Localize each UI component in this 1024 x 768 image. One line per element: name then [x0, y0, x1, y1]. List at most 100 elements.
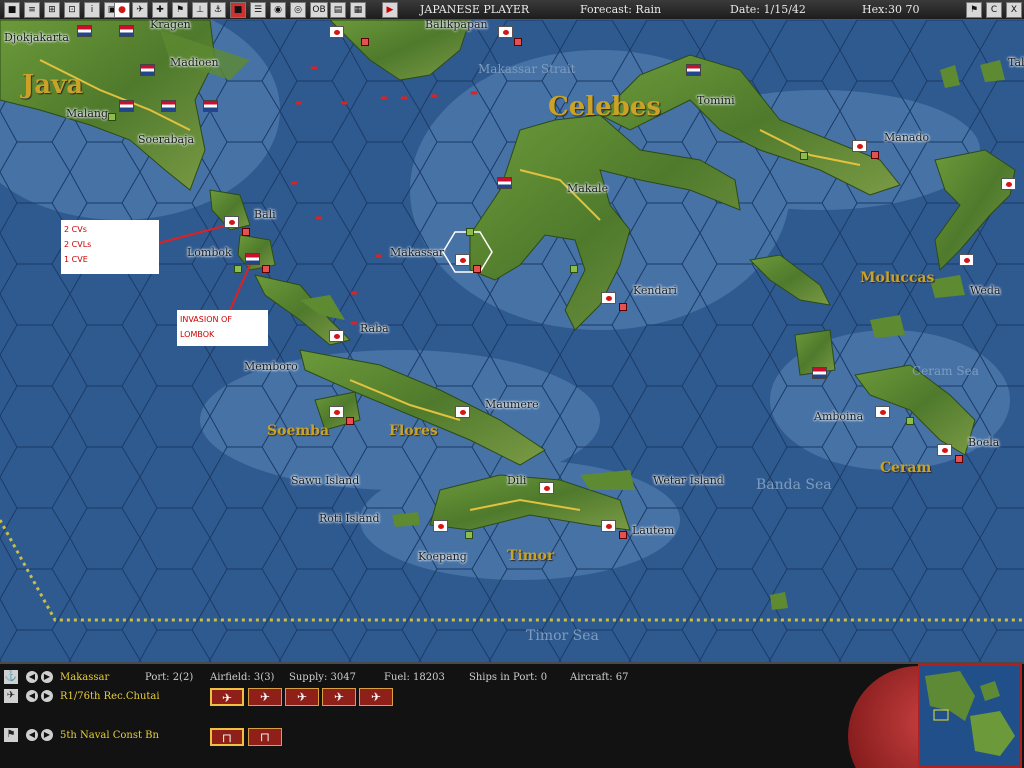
japanese-unit-flag[interactable]: [959, 254, 974, 266]
town-label[interactable]: Weda: [970, 284, 1001, 297]
japan-flag-icon[interactable]: ●: [114, 2, 130, 18]
town-label[interactable]: Makale: [567, 182, 608, 195]
town-label[interactable]: Dili: [507, 474, 526, 487]
town-label[interactable]: Koepang: [418, 550, 467, 563]
planes-icon[interactable]: ⊡: [64, 2, 80, 18]
ships-icon[interactable]: ⊞: [44, 2, 60, 18]
base-marker[interactable]: [570, 265, 578, 273]
dutch-unit-flag[interactable]: [812, 367, 827, 379]
town-label[interactable]: Raba: [360, 322, 389, 335]
base-marker[interactable]: [955, 455, 963, 463]
town-label[interactable]: Malang: [66, 107, 108, 120]
air-unit-name[interactable]: R1/76th Rec.Chutai: [60, 691, 160, 702]
list-icon[interactable]: ☰: [250, 2, 266, 18]
aircraft-unit-button[interactable]: ✈: [210, 688, 244, 706]
save-icon[interactable]: ■: [4, 2, 20, 18]
dutch-unit-flag[interactable]: [161, 100, 176, 112]
town-label[interactable]: Tomini: [697, 94, 735, 107]
japanese-unit-flag[interactable]: [329, 406, 344, 418]
next-arrow-icon[interactable]: ▶: [41, 729, 53, 741]
town-label[interactable]: Makassar: [390, 246, 444, 259]
base-marker[interactable]: [619, 531, 627, 539]
plane-icon[interactable]: ✈: [4, 689, 18, 703]
town-label[interactable]: Maumere: [485, 398, 539, 411]
strategic-map[interactable]: ▬ ▬ ▬ ▬ ▬ ▬ ▬ ▬ ▬ ▬ ▬ ▬ Java Celebes Soemba Flor…: [0, 20, 1024, 662]
ob-button[interactable]: OB: [310, 2, 328, 18]
japanese-unit-flag[interactable]: [937, 444, 952, 456]
town-label[interactable]: Sawu Island: [291, 474, 359, 487]
dutch-unit-flag[interactable]: [140, 64, 155, 76]
base-name[interactable]: Makassar: [60, 672, 109, 683]
globe-icon[interactable]: ◉: [270, 2, 286, 18]
end-turn-icon[interactable]: ▶: [382, 2, 398, 18]
japanese-unit-flag[interactable]: [601, 520, 616, 532]
report-icon[interactable]: ≡: [24, 2, 40, 18]
grid-icon[interactable]: ▦: [350, 2, 366, 18]
base-marker[interactable]: [108, 113, 116, 121]
town-label[interactable]: Amboina: [814, 410, 863, 423]
dutch-unit-flag[interactable]: [203, 100, 218, 112]
dutch-unit-flag[interactable]: [119, 100, 134, 112]
japanese-unit-flag[interactable]: [224, 216, 239, 228]
flag-icon[interactable]: ⚑: [4, 728, 18, 742]
town-label[interactable]: Wetar Island: [653, 474, 724, 487]
flag-icon[interactable]: ⚑: [966, 2, 982, 18]
town-label[interactable]: Boela: [968, 436, 999, 449]
prev-arrow-icon[interactable]: ◀: [26, 671, 38, 683]
center-button[interactable]: C: [986, 2, 1002, 18]
prev-arrow-icon[interactable]: ◀: [26, 690, 38, 702]
town-label[interactable]: Balikpapan: [425, 20, 488, 31]
air-icon[interactable]: ⊥: [192, 2, 208, 18]
land-unit-button[interactable]: ⊓: [210, 728, 244, 746]
dutch-unit-flag[interactable]: [77, 25, 92, 37]
dutch-unit-flag[interactable]: [245, 253, 260, 265]
town-label[interactable]: Madioen: [170, 56, 219, 69]
japanese-unit-flag[interactable]: [601, 292, 616, 304]
japanese-unit-flag[interactable]: [329, 26, 344, 38]
town-label[interactable]: Tal: [1008, 56, 1024, 69]
town-label[interactable]: Lombok: [187, 246, 232, 259]
base-marker[interactable]: [514, 38, 522, 46]
town-label[interactable]: Kragen: [150, 20, 191, 31]
menu-icon[interactable]: ▤: [330, 2, 346, 18]
fleet-icon[interactable]: ✚: [152, 2, 168, 18]
aircraft-unit-button[interactable]: ✈: [285, 688, 319, 706]
town-label[interactable]: Kendari: [633, 284, 677, 297]
next-arrow-icon[interactable]: ▶: [41, 690, 53, 702]
town-label[interactable]: Lautem: [632, 524, 674, 537]
town-label[interactable]: Manado: [884, 131, 929, 144]
japanese-unit-flag[interactable]: [455, 406, 470, 418]
town-label[interactable]: Roti Island: [319, 512, 380, 525]
base-icon[interactable]: ⚑: [172, 2, 188, 18]
town-label[interactable]: Bali: [254, 208, 276, 221]
town-label[interactable]: Memboro: [244, 360, 298, 373]
dutch-unit-flag[interactable]: [497, 177, 512, 189]
dutch-unit-flag[interactable]: [686, 64, 701, 76]
base-marker[interactable]: [871, 151, 879, 159]
disk-icon[interactable]: ◎: [290, 2, 306, 18]
base-marker[interactable]: [262, 265, 270, 273]
base-marker[interactable]: [466, 228, 474, 236]
base-marker[interactable]: [473, 265, 481, 273]
close-button[interactable]: X: [1006, 2, 1022, 18]
base-marker[interactable]: [619, 303, 627, 311]
aircraft-unit-button[interactable]: ✈: [248, 688, 282, 706]
prev-arrow-icon[interactable]: ◀: [26, 729, 38, 741]
japanese-unit-flag[interactable]: [329, 330, 344, 342]
anchor-icon[interactable]: ⚓: [4, 670, 18, 684]
japanese-unit-flag[interactable]: [1001, 178, 1016, 190]
base-marker[interactable]: [242, 228, 250, 236]
japanese-unit-flag[interactable]: [498, 26, 513, 38]
ops-icon[interactable]: ■: [230, 2, 246, 18]
land-icon[interactable]: ⚓: [210, 2, 226, 18]
land-unit-button[interactable]: ⊓: [248, 728, 282, 746]
japanese-unit-flag[interactable]: [455, 254, 470, 266]
aircraft-unit-button[interactable]: ✈: [359, 688, 393, 706]
base-marker[interactable]: [234, 265, 242, 273]
minimap[interactable]: [918, 664, 1022, 768]
japanese-unit-flag[interactable]: [433, 520, 448, 532]
town-label[interactable]: Djokjakarta: [4, 31, 69, 44]
land-unit-name[interactable]: 5th Naval Const Bn: [60, 730, 159, 741]
base-marker[interactable]: [465, 531, 473, 539]
base-marker[interactable]: [800, 152, 808, 160]
